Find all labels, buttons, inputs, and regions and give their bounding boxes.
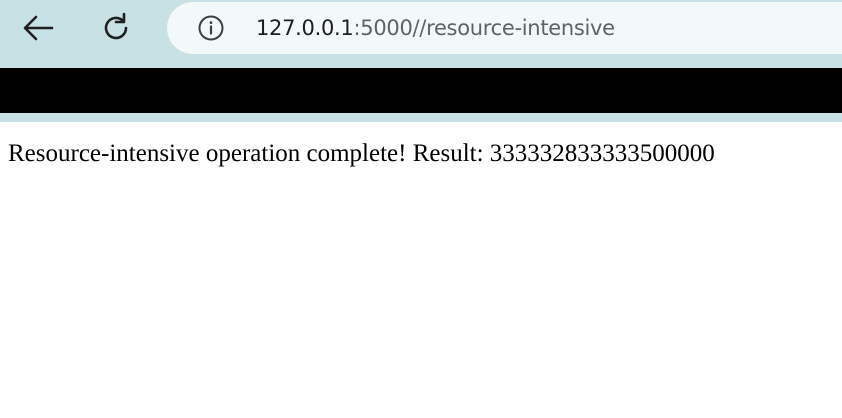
address-bar[interactable]: 127.0.0.1:5000//resource-intensive [167, 2, 842, 54]
url-host: 127.0.0.1 [256, 16, 354, 40]
bookmarks-bar [0, 68, 842, 113]
arrow-left-icon [23, 15, 54, 41]
reload-button[interactable] [96, 8, 136, 48]
toolbar-divider [0, 113, 842, 122]
back-button[interactable] [18, 8, 58, 48]
browser-window: 127.0.0.1:5000//resource-intensive Resou… [0, 0, 842, 418]
info-icon[interactable] [197, 14, 225, 42]
address-bar-url[interactable]: 127.0.0.1:5000//resource-intensive [256, 14, 615, 42]
page-content: Resource-intensive operation complete! R… [0, 122, 842, 418]
result-message: Resource-intensive operation complete! R… [8, 140, 715, 167]
reload-icon [104, 12, 128, 40]
url-path: :5000//resource-intensive [353, 16, 616, 40]
browser-toolbar: 127.0.0.1:5000//resource-intensive [0, 0, 842, 68]
